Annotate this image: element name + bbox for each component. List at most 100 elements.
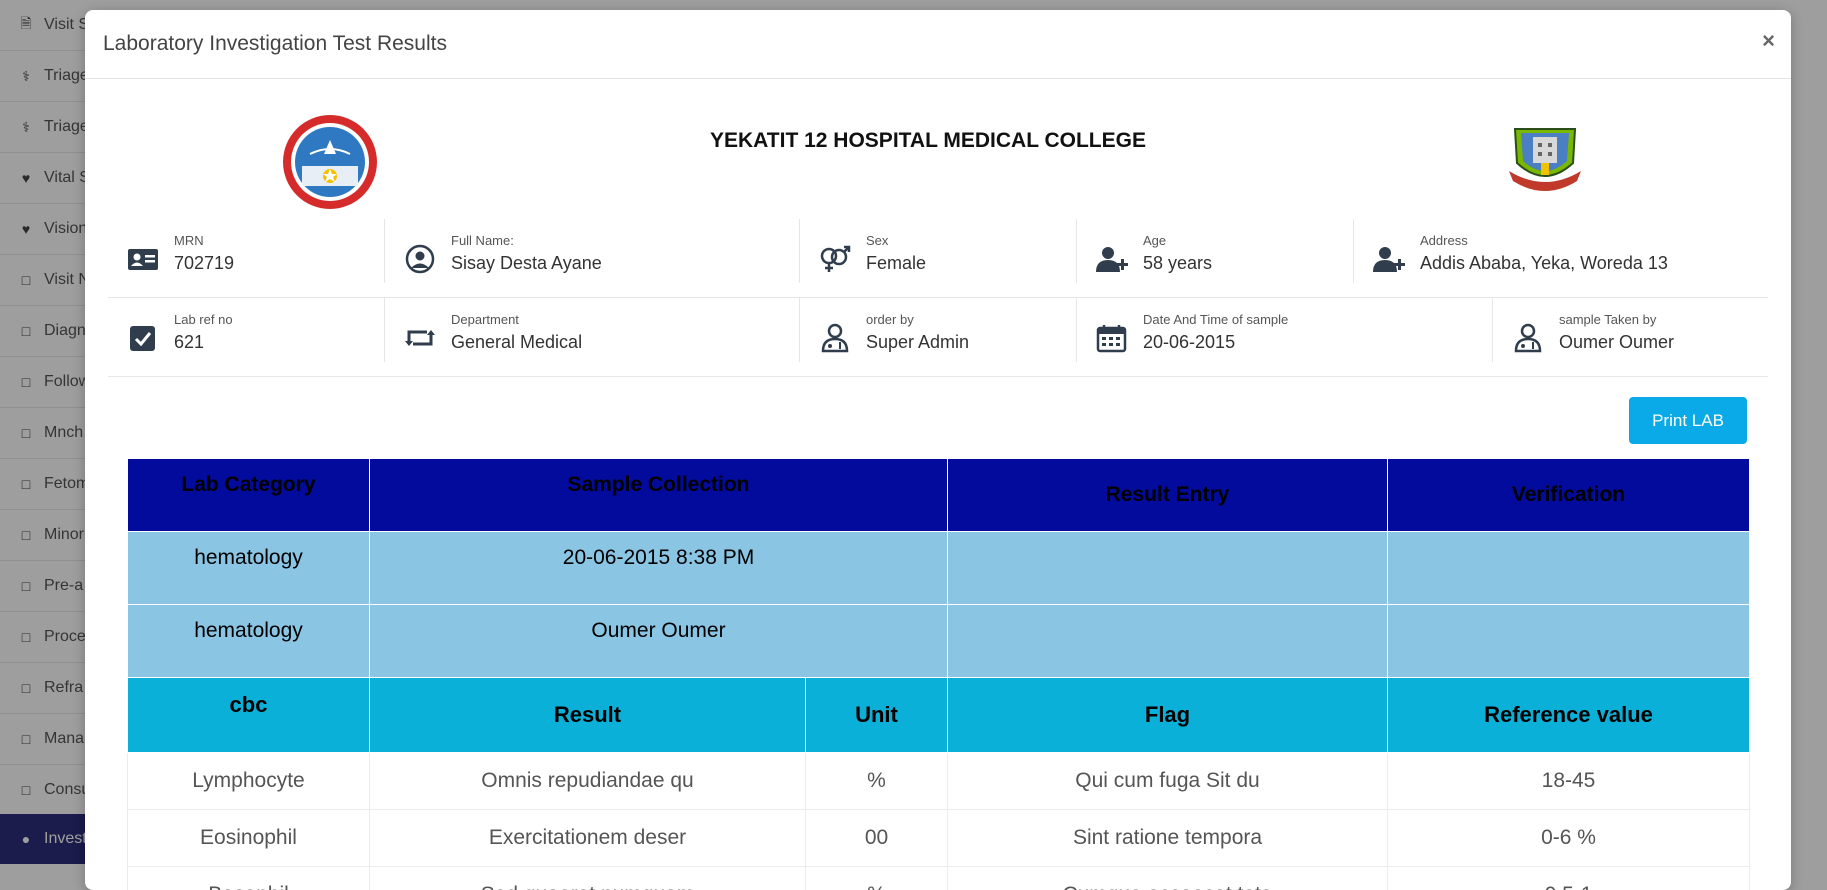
note-icon: □ <box>18 731 34 747</box>
lab-ref-cell: Lab ref no 621 <box>126 298 376 376</box>
sidebar-item-label: Proce <box>44 628 86 646</box>
user-plus-icon <box>1372 244 1406 274</box>
sample-date-cell: Date And Time of sample 20-06-2015 <box>1095 298 1445 376</box>
sidebar-item-label: Mnch <box>44 424 83 442</box>
sidebar-item-label: Pre-a <box>44 577 83 595</box>
modal-title: Laboratory Investigation Test Results <box>103 32 447 56</box>
sidebar-item-label: Fetom <box>44 475 89 493</box>
note-icon: □ <box>18 476 34 492</box>
test-row: Lymphocyte Omnis repudiandae qu % Qui cu… <box>128 753 1750 810</box>
cell-result: Sed quaerat numquam <box>370 867 806 890</box>
note-icon: □ <box>18 527 34 543</box>
lab-ref-label: Lab ref no <box>174 312 233 327</box>
hospital-header: YEKATIT 12 HOSPITAL MEDICAL COLLEGE <box>85 79 1791 219</box>
order-by-label: order by <box>866 312 914 327</box>
sample-taken-by-label: sample Taken by <box>1559 312 1656 327</box>
sidebar-item-label: Vital S <box>44 169 90 187</box>
sidebar-item-label: Follow <box>44 373 90 391</box>
age-value: 58 years <box>1143 253 1212 274</box>
age-label: Age <box>1143 233 1166 248</box>
note-icon: □ <box>18 629 34 645</box>
cell-reference: 0.5-1 <box>1388 867 1750 890</box>
table-header-row: Lab Category Sample Collection Result En… <box>128 459 1750 532</box>
venus-mars-icon <box>818 244 852 274</box>
heartbeat-icon: ♥ <box>18 170 34 186</box>
full-name-cell: Full Name: Sisay Desta Ayane <box>403 219 803 297</box>
stethoscope-icon: ⚕ <box>18 119 34 135</box>
header-lab-category: Lab Category <box>128 459 370 532</box>
divider <box>384 298 385 362</box>
hospital-crest-logo <box>1505 123 1585 195</box>
cell-verification <box>1388 532 1750 605</box>
note-icon: □ <box>18 425 34 441</box>
cell-category: hematology <box>128 532 370 605</box>
test-header-row: cbc Result Unit Flag Reference value <box>128 678 1750 753</box>
sidebar-item-label: Triage <box>44 118 89 136</box>
divider <box>1492 298 1493 362</box>
cell-flag: Cumque occaecat tota <box>948 867 1388 890</box>
full-name-label: Full Name: <box>451 233 514 248</box>
sex-label: Sex <box>866 233 888 248</box>
sex-value: Female <box>866 253 926 274</box>
user-circle-icon <box>403 244 437 274</box>
divider <box>799 219 800 283</box>
document-icon: 🗎 <box>18 17 34 33</box>
print-lab-button[interactable]: Print LAB <box>1629 397 1747 444</box>
header-sample-collection: Sample Collection <box>370 459 948 532</box>
header-result: Result <box>370 678 806 753</box>
lab-results-table: Lab Category Sample Collection Result En… <box>127 458 1750 890</box>
department-cell: Department General Medical <box>403 298 803 376</box>
cell-result: Exercitationem deser <box>370 810 806 867</box>
check-square-icon <box>126 323 160 353</box>
header-unit: Unit <box>806 678 948 753</box>
mrn-label: MRN <box>174 233 204 248</box>
department-label: Department <box>451 312 519 327</box>
cell-unit: 00 <box>806 810 948 867</box>
divider <box>384 219 385 283</box>
department-value: General Medical <box>451 332 582 353</box>
cell-entry <box>948 532 1388 605</box>
user-doctor-icon: ● <box>18 831 34 847</box>
order-by-value: Super Admin <box>866 332 969 353</box>
note-icon: □ <box>18 578 34 594</box>
sidebar-item-label: Minor <box>44 526 84 544</box>
close-button[interactable]: × <box>1762 30 1775 52</box>
header-result-entry: Result Entry <box>948 459 1388 532</box>
mrn-cell: MRN 702719 <box>126 219 376 297</box>
header-reference-value: Reference value <box>1388 678 1750 753</box>
modal-header: Laboratory Investigation Test Results × <box>85 10 1791 79</box>
user-doctor-icon <box>818 323 852 353</box>
note-icon: □ <box>18 374 34 390</box>
sidebar-item-label: Invest <box>44 830 87 848</box>
cell-flag: Qui cum fuga Sit du <box>948 753 1388 810</box>
sex-cell: Sex Female <box>818 219 1068 297</box>
header-verification: Verification <box>1388 459 1750 532</box>
sample-taken-by-value: Oumer Oumer <box>1559 332 1674 353</box>
cell-test-name: Basophil <box>128 867 370 890</box>
sidebar-item-label: Visit S <box>44 16 89 34</box>
note-icon: □ <box>18 323 34 339</box>
cell-collection: Oumer Oumer <box>370 605 948 678</box>
sidebar-item-label: Mana <box>44 730 84 748</box>
order-info-row: Lab ref no 621 Department General Medica… <box>108 298 1768 377</box>
divider <box>1076 298 1077 362</box>
lab-results-modal: Laboratory Investigation Test Results × … <box>85 10 1791 890</box>
mrn-value: 702719 <box>174 253 234 274</box>
address-cell: Address Addis Ababa, Yeka, Woreda 13 <box>1372 219 1772 297</box>
order-by-cell: order by Super Admin <box>818 298 1068 376</box>
cell-flag: Sint ratione tempora <box>948 810 1388 867</box>
cell-test-name: Lymphocyte <box>128 753 370 810</box>
stethoscope-icon: ⚕ <box>18 68 34 84</box>
heartbeat-icon: ♥ <box>18 221 34 237</box>
cell-unit: % <box>806 753 948 810</box>
cell-collection: 20-06-2015 8:38 PM <box>370 532 948 605</box>
cell-entry <box>948 605 1388 678</box>
sidebar-item-label: Visit N <box>44 271 90 289</box>
divider <box>1076 219 1077 283</box>
retweet-icon <box>403 323 437 353</box>
divider <box>1353 219 1354 283</box>
sidebar-item-label: Vision <box>44 220 87 238</box>
header-test-panel: cbc <box>128 678 370 753</box>
table-row: hematology 20-06-2015 8:38 PM <box>128 532 1750 605</box>
user-doctor-icon <box>1511 323 1545 353</box>
